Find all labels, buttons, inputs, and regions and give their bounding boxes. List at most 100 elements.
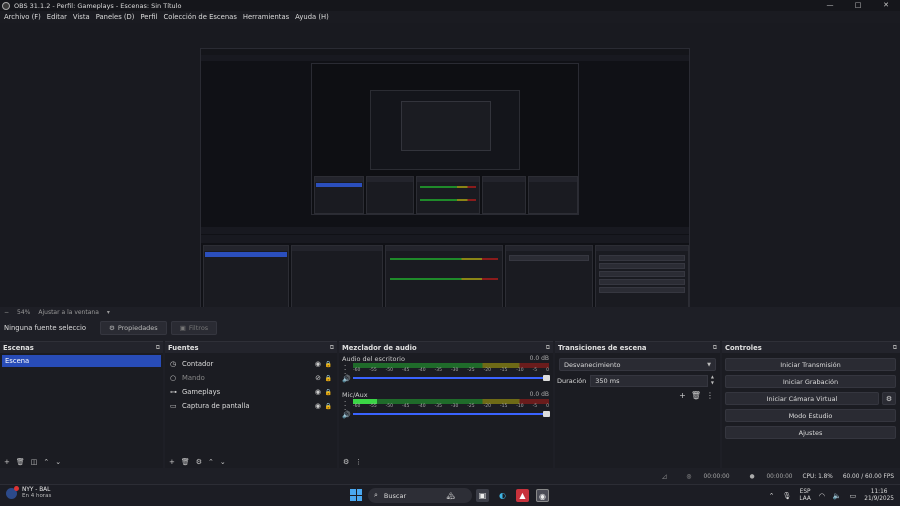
eye-icon[interactable]: ◉ xyxy=(315,402,321,410)
app-red-icon[interactable]: ▲ xyxy=(516,489,529,502)
source-settings-icon[interactable]: ⚙ xyxy=(196,458,202,466)
source-item-gameplays[interactable]: ⊶ Gameplays ◉ 🔒 xyxy=(165,385,337,399)
lock-icon[interactable]: 🔒 xyxy=(325,403,332,410)
volume-icon[interactable]: 🔈 xyxy=(833,492,842,500)
system-tray: ⌃ 🎙 ESP LAA ◠ 🔈 ▭ 11:16 21/9/2025 xyxy=(761,487,894,505)
eye-icon[interactable]: ◉ xyxy=(315,360,321,368)
windows-start-icon[interactable] xyxy=(350,489,362,501)
taskbar-search[interactable]: ⌕ Buscar 🏔 xyxy=(368,488,472,503)
sources-header: Fuentes ⧉ xyxy=(165,342,337,353)
volume-slider[interactable] xyxy=(353,411,550,417)
wifi-icon[interactable]: ◠ xyxy=(819,492,825,500)
preview-area[interactable] xyxy=(0,23,900,326)
eye-icon[interactable]: ◉ xyxy=(315,388,321,396)
nested-sources-panel xyxy=(366,176,414,214)
menu-perfil[interactable]: Perfil xyxy=(140,13,157,21)
mixer-channel-desktop: Audio del escritorio 0.0 dB · · · -60 -55 -5… xyxy=(339,353,553,389)
undock-icon[interactable]: ⧉ xyxy=(713,344,717,352)
fit-to-window-button[interactable]: Ajustar a la ventana xyxy=(38,309,99,316)
speaker-icon[interactable]: 🔊 xyxy=(342,375,351,383)
move-up-icon[interactable]: ⌃ xyxy=(208,458,214,466)
menu-archivo[interactable]: Archivo (F) xyxy=(4,13,41,21)
sources-dock: Fuentes ⧉ ◷ Contador ◉ 🔒 ○ Mando ⊘ 🔒 ⊶ G… xyxy=(165,341,337,468)
menu-editar[interactable]: Editar xyxy=(47,13,67,21)
scene-filters-icon[interactable]: ◫ xyxy=(31,458,38,466)
meter-tick-label: -5 xyxy=(532,404,538,409)
volume-slider[interactable] xyxy=(353,375,550,381)
volume-knob[interactable] xyxy=(543,411,550,417)
add-source-icon[interactable]: + xyxy=(169,458,175,466)
fps-readout: 60.00 / 60.00 FPS xyxy=(842,474,894,480)
spin-arrows-icon[interactable]: ▲ ▼ xyxy=(711,374,714,386)
channel-name: Mic/Aux xyxy=(342,391,368,399)
maximize-button[interactable]: □ xyxy=(844,0,872,11)
mixer-menu-icon[interactable]: ⋮ xyxy=(355,458,362,466)
language-indicator[interactable]: ESP LAA xyxy=(799,489,810,503)
undock-icon[interactable]: ⧉ xyxy=(330,344,334,352)
program-preview[interactable] xyxy=(200,48,690,326)
start-virtual-camera-button[interactable]: Iniciar Cámara Virtual xyxy=(725,392,879,405)
meter-tick-label: -55 xyxy=(369,368,377,373)
battery-icon[interactable]: ▭ xyxy=(850,492,857,500)
duration-input[interactable]: 350 ms xyxy=(590,375,709,387)
trash-icon[interactable]: 🗑 xyxy=(691,391,701,400)
trash-icon[interactable]: 🗑 xyxy=(16,458,25,466)
task-view-icon[interactable]: ▣ xyxy=(476,489,489,502)
properties-button[interactable]: ⚙ Propiedades xyxy=(100,321,167,335)
nested-preview xyxy=(311,63,579,215)
zoom-dropdown-icon[interactable]: ▾ xyxy=(107,309,110,316)
eye-hidden-icon[interactable]: ⊘ xyxy=(315,374,321,382)
volume-knob[interactable] xyxy=(543,375,550,381)
scene-item[interactable]: Escena xyxy=(2,355,161,367)
studio-mode-button[interactable]: Modo Estudio xyxy=(725,409,896,422)
transition-select[interactable]: Desvanecimiento ▼ xyxy=(559,358,716,371)
minimize-button[interactable]: — xyxy=(816,0,844,11)
filters-button[interactable]: ▣ Filtros xyxy=(170,321,218,335)
menu-vista[interactable]: Vista xyxy=(73,13,90,21)
start-stream-button[interactable]: Iniciar Transmisión xyxy=(725,358,896,371)
source-item-captura[interactable]: ▭ Captura de pantalla ◉ 🔒 xyxy=(165,399,337,413)
advanced-audio-icon[interactable]: ⚙ xyxy=(343,458,349,466)
undock-icon[interactable]: ⧉ xyxy=(893,344,897,352)
add-scene-icon[interactable]: + xyxy=(4,458,10,466)
menu-herramientas[interactable]: Herramientas xyxy=(243,13,289,21)
lock-icon[interactable]: 🔒 xyxy=(325,361,332,368)
speaker-icon[interactable]: 🔊 xyxy=(342,411,351,419)
audio-mixer-dock: Mezclador de audio ⧉ Audio del escritori… xyxy=(339,341,553,468)
trash-icon[interactable]: 🗑 xyxy=(181,458,190,466)
nested-preview-inner xyxy=(370,90,520,170)
nested-preview-deep xyxy=(401,101,491,151)
menu-ayuda[interactable]: Ayuda (H) xyxy=(295,13,329,21)
obs-taskbar-icon[interactable]: ◉ xyxy=(536,489,549,502)
monitor-icon: ▭ xyxy=(170,402,177,410)
settings-button[interactable]: Ajustes xyxy=(725,426,896,439)
broadcast-icon: ◎ xyxy=(686,474,694,480)
add-transition-icon[interactable]: + xyxy=(679,391,686,400)
chevron-up-icon[interactable]: ⌃ xyxy=(769,492,775,500)
undock-icon[interactable]: ⧉ xyxy=(546,344,550,352)
weather-widget[interactable]: NYY - BAL En 4 horas xyxy=(6,485,51,499)
filter-icon: ▣ xyxy=(179,324,186,332)
edge-browser-icon[interactable]: ◐ xyxy=(496,489,509,502)
lock-icon[interactable]: 🔒 xyxy=(325,389,332,396)
transition-buttons: + 🗑 ⋮ xyxy=(674,391,714,400)
zoom-out-button[interactable]: − xyxy=(4,309,9,316)
vcam-settings-gear-icon[interactable]: ⚙ xyxy=(882,392,896,405)
microphone-icon[interactable]: 🎙 xyxy=(782,492,791,500)
meter-tick-label: -25 xyxy=(467,404,475,409)
move-up-icon[interactable]: ⌃ xyxy=(43,458,49,466)
transition-menu-icon[interactable]: ⋮ xyxy=(706,391,714,400)
lock-icon[interactable]: 🔒 xyxy=(325,375,332,382)
undock-icon[interactable]: ⧉ xyxy=(156,344,160,352)
start-recording-button[interactable]: Iniciar Grabación xyxy=(725,375,896,388)
menu-coleccion-escenas[interactable]: Colección de Escenas xyxy=(163,13,236,21)
source-item-contador[interactable]: ◷ Contador ◉ 🔒 xyxy=(165,357,337,371)
sources-toolbar: + 🗑 ⚙ ⌃ ⌄ xyxy=(165,456,337,468)
source-item-mando[interactable]: ○ Mando ⊘ 🔒 xyxy=(165,371,337,385)
record-icon: ● xyxy=(749,474,757,480)
menu-paneles[interactable]: Paneles (D) xyxy=(96,13,135,21)
move-down-icon[interactable]: ⌄ xyxy=(55,458,61,466)
clock[interactable]: 11:16 21/9/2025 xyxy=(864,489,894,503)
move-down-icon[interactable]: ⌄ xyxy=(220,458,226,466)
close-button[interactable]: ✕ xyxy=(872,0,900,11)
